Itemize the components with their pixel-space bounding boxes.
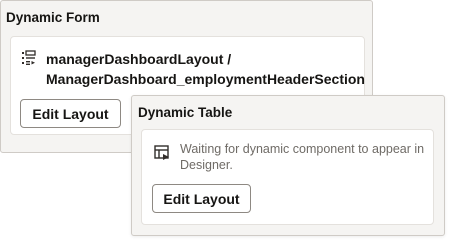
table-layout-icon <box>154 145 170 161</box>
waiting-message: Waiting for dynamic component to appear … <box>180 142 425 172</box>
dynamic-table-panel: Dynamic Table Waiting for dynamic compon… <box>131 95 445 236</box>
dynamic-form-title: Dynamic Form <box>6 10 100 25</box>
table-placeholder-card: Waiting for dynamic component to appear … <box>141 129 434 225</box>
layout-list-icon <box>21 50 37 66</box>
dynamic-table-title: Dynamic Table <box>138 105 233 120</box>
layout-name: managerDashboardLayout / ManagerDashboar… <box>46 51 365 87</box>
table-edit-layout-button[interactable]: Edit Layout <box>152 184 251 213</box>
form-edit-layout-button[interactable]: Edit Layout <box>20 99 121 128</box>
